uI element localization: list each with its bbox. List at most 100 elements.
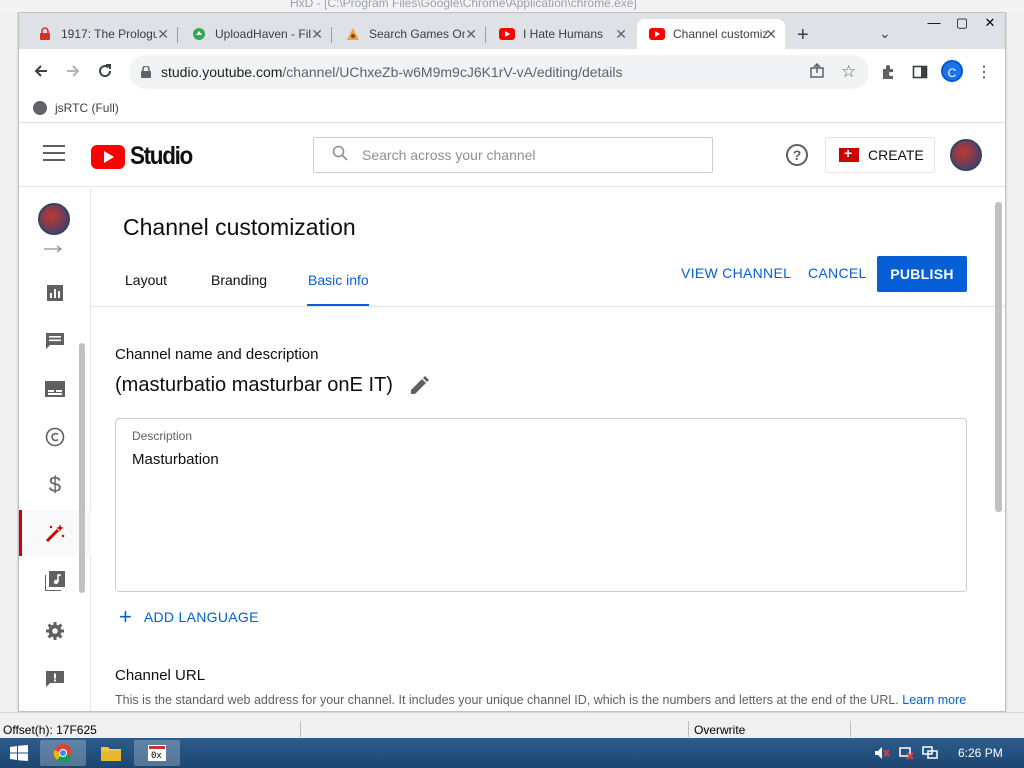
add-language-button[interactable]: + ADD LANGUAGE xyxy=(119,604,259,629)
taskbar-clock[interactable]: 6:26 PM xyxy=(958,746,1003,760)
new-tab-icon[interactable]: + xyxy=(797,25,809,45)
background-window-title: HxD - [C:\Program Files\Google\Chrome\Ap… xyxy=(290,0,637,10)
tab-title: Channel customization xyxy=(673,27,769,41)
close-window-icon[interactable]: ✕ xyxy=(975,13,1005,33)
help-icon[interactable]: ? xyxy=(786,144,808,166)
browser-tab-active[interactable]: Channel customization ✕ xyxy=(637,19,785,49)
file-explorer-icon[interactable] xyxy=(88,740,134,766)
analytics-icon[interactable] xyxy=(19,270,91,316)
channel-url-description: This is the standard web address for you… xyxy=(115,693,967,707)
studio-logo[interactable]: Studio xyxy=(91,142,199,171)
globe-icon xyxy=(33,101,47,115)
plus-icon: + xyxy=(119,604,132,629)
network-error-icon[interactable] xyxy=(898,746,914,760)
address-bar[interactable]: studio.youtube.com/channel/UChxeZb-w6M9m… xyxy=(129,55,869,89)
tab-title: UploadHaven - File xyxy=(215,27,311,41)
maximize-icon[interactable]: ▢ xyxy=(947,13,977,33)
browser-tab[interactable]: UploadHaven - File ✕ xyxy=(179,19,332,49)
section-title-name-description: Channel name and description xyxy=(115,346,319,363)
cancel-button[interactable]: CANCEL xyxy=(808,265,867,281)
background-window-titlebar: HxD - [C:\Program Files\Google\Chrome\Ap… xyxy=(0,0,1024,12)
close-icon[interactable]: ✕ xyxy=(465,26,477,43)
description-value[interactable]: Masturbation xyxy=(132,451,219,468)
feedback-icon[interactable] xyxy=(19,656,91,702)
windows-taskbar: 0x 6:26 PM xyxy=(0,738,1024,768)
settings-icon[interactable] xyxy=(19,608,91,654)
forward-icon[interactable] xyxy=(61,59,85,83)
menu-kebab-icon[interactable]: ⋮ xyxy=(973,61,995,83)
chrome-icon[interactable] xyxy=(40,740,86,766)
lock-icon xyxy=(141,65,151,83)
tab-title: I Hate Humans xyxy=(523,27,604,41)
account-avatar[interactable] xyxy=(950,139,982,171)
create-video-icon xyxy=(839,145,859,162)
side-panel-icon[interactable] xyxy=(909,61,931,83)
create-button[interactable]: CREATE xyxy=(825,137,935,173)
search-input[interactable]: Search across your channel xyxy=(313,137,713,173)
profile-avatar[interactable]: C xyxy=(941,60,963,82)
description-label: Description xyxy=(132,429,193,443)
browser-window: 1917: The Prologue ✕ UploadHaven - File … xyxy=(18,12,1006,712)
search-icon xyxy=(332,145,348,166)
tabs-divider xyxy=(91,306,1005,307)
channel-name: (masturbatio masturbar onE IT) xyxy=(115,374,393,396)
bookmark-label: jsRTC (Full) xyxy=(55,101,119,115)
hxd-icon[interactable]: 0x xyxy=(134,740,180,766)
tab-basic-info[interactable]: Basic info xyxy=(308,272,369,288)
youtube-icon xyxy=(499,26,515,42)
close-icon[interactable]: ✕ xyxy=(157,26,169,43)
page-title: Channel customization xyxy=(123,214,356,240)
lock-red-icon xyxy=(37,26,53,42)
uploadhaven-icon xyxy=(191,26,207,42)
star-icon[interactable]: ☆ xyxy=(841,62,856,82)
view-channel-button[interactable]: VIEW CHANNEL xyxy=(681,265,791,281)
description-field[interactable]: Description Masturbation xyxy=(115,418,967,592)
pencil-edit-icon[interactable] xyxy=(409,376,431,398)
add-language-label: ADD LANGUAGE xyxy=(143,609,259,625)
close-icon[interactable]: ✕ xyxy=(765,26,777,43)
arrow-right-icon[interactable] xyxy=(44,244,64,254)
tab-layout[interactable]: Layout xyxy=(125,272,167,288)
learn-more-link[interactable]: Learn more xyxy=(902,693,966,707)
svg-text:0x: 0x xyxy=(151,751,162,761)
studio-logo-text: Studio xyxy=(130,142,193,170)
bookmark-item[interactable]: jsRTC (Full) xyxy=(33,101,119,115)
minimize-icon[interactable]: — xyxy=(919,13,949,33)
background-window-edge xyxy=(0,12,18,712)
hamburger-menu-icon[interactable] xyxy=(43,145,65,163)
create-label: CREATE xyxy=(868,147,924,163)
studio-sidebar: $ xyxy=(19,188,91,711)
main-content: Channel customization Layout Branding Ba… xyxy=(91,188,1005,711)
chevron-down-icon[interactable]: ⌄ xyxy=(879,25,891,42)
tab-strip: 1917: The Prologue ✕ UploadHaven - File … xyxy=(19,13,1005,49)
status-mode: Overwrite xyxy=(694,723,746,737)
browser-toolbar: studio.youtube.com/channel/UChxeZb-w6M9m… xyxy=(19,49,1005,95)
tab-title: Search Games Online xyxy=(369,27,465,41)
status-offset: Offset(h): 17F625 xyxy=(3,723,97,737)
tab-title: 1917: The Prologue xyxy=(61,27,157,41)
bookmarks-bar: jsRTC (Full) xyxy=(19,95,1005,123)
browser-tab[interactable]: Search Games Online ✕ xyxy=(333,19,486,49)
back-icon[interactable] xyxy=(29,59,53,83)
hxd-status-bar: Offset(h): 17F625 Overwrite xyxy=(0,712,1024,738)
youtube-icon xyxy=(649,26,665,42)
volume-muted-icon[interactable] xyxy=(874,746,890,760)
browser-tab[interactable]: I Hate Humans ✕ xyxy=(487,19,635,49)
channel-avatar[interactable] xyxy=(38,203,70,235)
studio-header: Studio Search across your channel ? CREA… xyxy=(19,123,1005,187)
tab-branding[interactable]: Branding xyxy=(211,272,267,288)
close-icon[interactable]: ✕ xyxy=(311,26,323,43)
close-icon[interactable]: ✕ xyxy=(615,26,627,43)
sidebar-scrollbar[interactable] xyxy=(79,343,85,593)
background-window-edge xyxy=(1006,12,1024,712)
share-icon[interactable] xyxy=(809,62,825,84)
extensions-icon[interactable] xyxy=(877,61,899,83)
browser-tab[interactable]: 1917: The Prologue ✕ xyxy=(25,19,178,49)
reload-icon[interactable] xyxy=(93,59,117,83)
search-placeholder: Search across your channel xyxy=(362,147,536,163)
windows-start-icon[interactable] xyxy=(10,745,28,761)
main-scrollbar[interactable] xyxy=(995,202,1002,512)
publish-button[interactable]: PUBLISH xyxy=(877,256,967,292)
youtube-logo-icon xyxy=(91,144,125,169)
monitor-icon[interactable] xyxy=(922,746,938,760)
